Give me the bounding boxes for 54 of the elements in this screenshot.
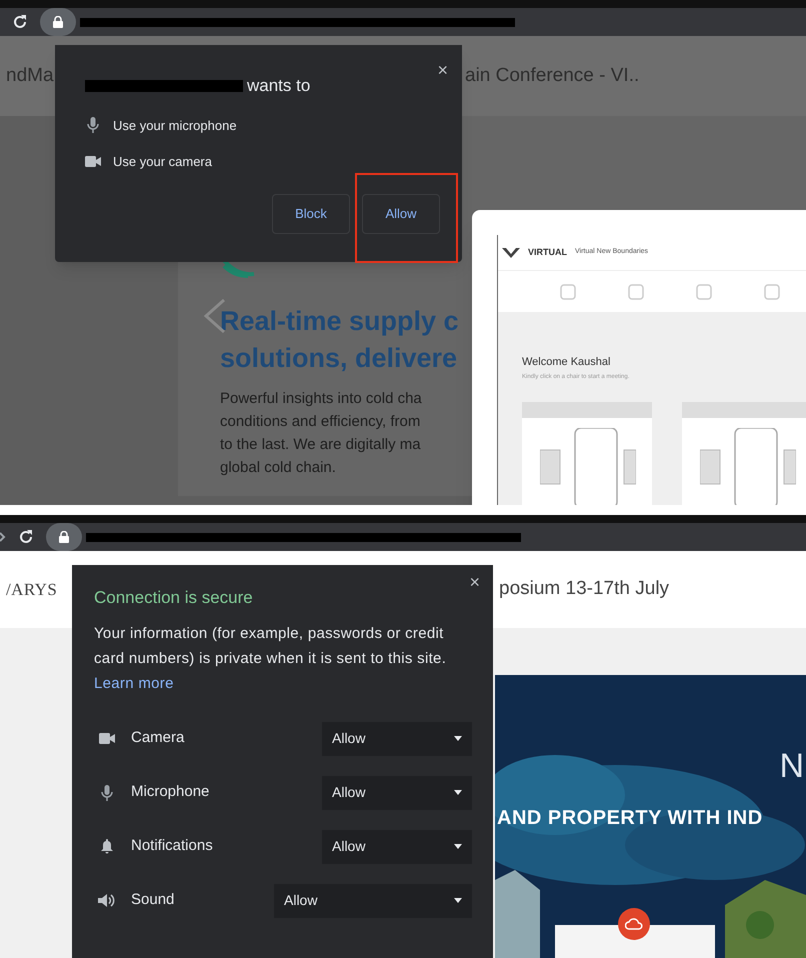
body-text: to the last. We are digitally ma — [220, 435, 421, 455]
hero-heading: solutions, delivere — [220, 342, 458, 375]
permission-select[interactable]: Allow — [274, 884, 472, 918]
brand-name: VIRTUAL — [528, 246, 567, 259]
dialog-button[interactable]: Block — [272, 194, 350, 234]
body-text: global cold chain. — [220, 458, 336, 478]
nav-icon[interactable] — [764, 284, 780, 300]
dropdown-caret-icon — [454, 898, 462, 903]
dialog-title: wants to — [247, 75, 310, 97]
body-text: conditions and efficiency, from — [220, 412, 420, 432]
site-logo: /ARYS — [6, 578, 58, 601]
dialog-button[interactable]: Allow — [362, 194, 440, 234]
dropdown-caret-icon — [454, 844, 462, 849]
table-card[interactable] — [682, 402, 806, 505]
table-card[interactable] — [522, 402, 652, 505]
hero-heading: AND PROPERTY WITH IND — [497, 806, 763, 831]
permission-select[interactable]: Allow — [322, 776, 472, 810]
bell-icon — [101, 839, 113, 854]
camera-icon — [99, 733, 115, 744]
hero-letter: N — [779, 746, 804, 787]
dropdown-caret-icon — [454, 736, 462, 741]
lock-button[interactable] — [46, 523, 82, 551]
lock-button[interactable] — [40, 8, 76, 36]
page-title: ain Conference - VI.. — [465, 64, 640, 88]
reload-icon[interactable] — [12, 14, 28, 30]
nav-icon[interactable] — [696, 284, 712, 300]
learn-more-link[interactable]: Learn more — [94, 674, 174, 692]
dropdown-caret-icon — [454, 790, 462, 795]
permission-select[interactable]: Allow — [322, 830, 472, 864]
microphone-icon — [101, 784, 113, 800]
security-description: Your information (for example, passwords or credit card numbers) is private when it is sent to this site. Learn more — [94, 624, 448, 694]
speaker-icon — [98, 893, 116, 908]
logo-icon — [502, 248, 520, 258]
permission-label: Use your microphone — [113, 116, 237, 135]
permission-label: Microphone — [131, 782, 210, 802]
permission-select[interactable]: Allow — [322, 722, 472, 756]
close-button[interactable]: × — [437, 57, 448, 84]
lock-icon — [59, 531, 69, 543]
reload-icon[interactable] — [18, 529, 34, 545]
lock-icon — [53, 16, 63, 28]
permission-label: Use your camera — [113, 153, 212, 171]
hero-heading: Real-time supply c — [220, 305, 459, 338]
body-text: Powerful insights into cold cha — [220, 389, 422, 409]
welcome-text: Welcome Kaushal — [522, 355, 612, 370]
close-button[interactable]: × — [469, 569, 480, 596]
dialog-title: Connection is secure — [94, 587, 254, 609]
permission-label: Sound — [131, 890, 176, 910]
microphone-icon — [87, 117, 99, 134]
camera-icon — [85, 156, 101, 168]
nav-icon[interactable] — [628, 284, 644, 300]
page-title: posium 13-17th July — [499, 577, 670, 602]
permission-label: Notifications — [131, 836, 214, 856]
permission-label: Camera — [131, 728, 186, 748]
nav-icon[interactable] — [560, 284, 576, 300]
